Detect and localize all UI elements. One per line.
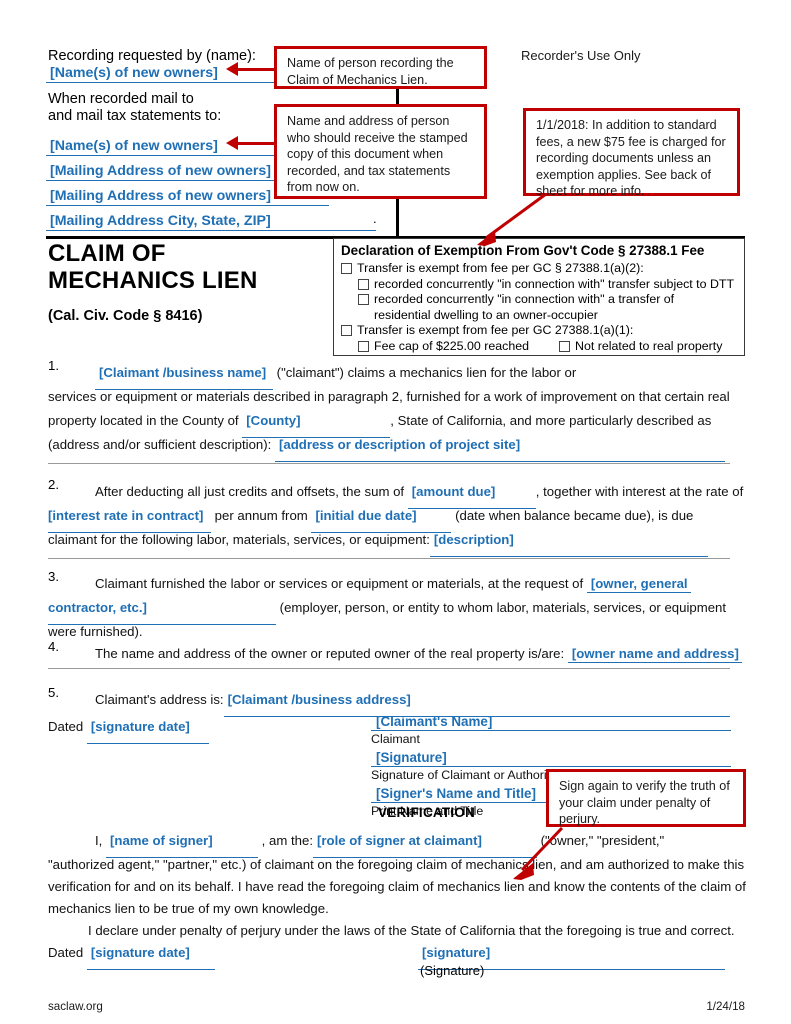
exemption-row-2ab[interactable]: Fee cap of $225.00 reached Not related t… (341, 339, 737, 355)
callout-1-arrow-head (226, 62, 238, 76)
paragraph-separator-2 (48, 558, 730, 559)
signature-field: [Signature] (376, 750, 447, 765)
exemption-row-1b-label: recorded concurrently "in connection wit… (374, 292, 675, 306)
paragraph-separator-1 (48, 463, 730, 464)
mail-to-label-line2: and mail tax statements to: (48, 108, 222, 124)
paragraph-2-text2b: (date when balance became due), is due (455, 508, 694, 523)
callout-sign-again: Sign again to verify the truth of your c… (546, 769, 746, 827)
paragraph-1-text3b: , State of California, and more particul… (390, 413, 712, 428)
paragraph-2-text2a: per annum from (214, 508, 308, 523)
exemption-row-1[interactable]: Transfer is exempt from fee per GC § 273… (341, 261, 737, 277)
project-site-address-field[interactable]: [address or description of project site] (275, 430, 725, 462)
callout-name-of-person: Name of person recording the Claim of Me… (274, 46, 487, 89)
owner-name-address-field[interactable]: [owner name and address] (567, 646, 742, 663)
exemption-row-1b[interactable]: recorded concurrently "in connection wit… (341, 292, 737, 308)
caption-final-signature: (Signature) (420, 963, 485, 978)
paragraph-3-text2: (employer, person, or entity to whom lab… (279, 600, 727, 615)
mail-line-2-field[interactable]: [Mailing Address of new owners] (46, 162, 313, 181)
paragraph-3-line2: contractor, etc.] (employer, person, or … (48, 593, 726, 625)
paragraph-4-line1: The name and address of the owner or rep… (95, 639, 742, 669)
mail-line-1-field[interactable]: [Name(s) of new owners] (46, 137, 274, 156)
claimant-name-field: [Claimant's Name] (376, 714, 493, 729)
checkbox-exempt-a2-icon[interactable] (341, 263, 352, 274)
page-title-line1: CLAIM OF (48, 240, 166, 267)
requestor-field-part1[interactable]: [owner, general (586, 576, 691, 593)
civil-code-reference: (Cal. Civ. Code § 8416) (48, 308, 203, 324)
document-page: Recording requested by (name): [Name(s) … (0, 0, 791, 1024)
callout-2-arrow-line (238, 142, 276, 145)
exemption-row-1-label: Transfer is exempt from fee per GC § 273… (357, 261, 644, 275)
callout-fee-notice: 1/1/2018: In addition to standard fees, … (523, 108, 740, 198)
mail-line-3-value: [Mailing Address of new owners] (50, 188, 271, 204)
checkbox-fee-cap-icon[interactable] (358, 340, 369, 352)
checkbox-concurrent-dtt-icon[interactable] (358, 278, 369, 290)
mail-line-4-period: . (373, 211, 377, 226)
paragraph-2-text3a: claimant for the following labor, materi… (48, 532, 430, 547)
recording-requested-label: Recording requested by (name): (48, 48, 256, 64)
paragraph-1-text1: ("claimant") claims a mechanics lien for… (276, 365, 577, 380)
paragraph-1-text3a: property located in the County of (48, 413, 239, 428)
callout-1-arrow-line (238, 68, 276, 71)
paragraph-5-number: 5. (48, 685, 59, 700)
recording-requested-value: [Name(s) of new owners] (50, 65, 218, 81)
exemption-row-1b-cont-label: residential dwelling to an owner-occupie… (374, 307, 598, 322)
mail-line-4-field[interactable]: [Mailing Address City, State, ZIP] (46, 212, 376, 231)
mail-line-1-value: [Name(s) of new owners] (50, 138, 218, 154)
exemption-row-2-label: Transfer is exempt from fee per GC 27388… (357, 323, 634, 337)
paragraph-4-text1: The name and address of the owner or rep… (95, 646, 565, 661)
footer-site: saclaw.org (48, 1000, 103, 1013)
work-description-field[interactable]: [description] (429, 525, 708, 557)
callout-name-and-address: Name and address of person who should re… (274, 104, 487, 199)
checkbox-not-related-icon[interactable] (559, 340, 570, 352)
exemption-declaration-box: Declaration of Exemption From Gov't Code… (333, 238, 745, 356)
exemption-row-1a[interactable]: recorded concurrently "in connection wit… (341, 277, 737, 293)
page-title-line2: MECHANICS LIEN (48, 267, 258, 294)
checkbox-exempt-a1-icon[interactable] (341, 325, 352, 336)
signature-date-field-2[interactable]: [signature date] (86, 938, 215, 970)
paragraph-1-text4a: (address and/or sufficient description): (48, 437, 272, 452)
callout-sign-again-arrow (513, 826, 564, 880)
dated-row-1: Dated [signature date] (48, 712, 209, 744)
recorders-use-only-label: Recorder's Use Only (521, 48, 641, 63)
mail-line-2-value: [Mailing Address of new owners] (50, 163, 271, 179)
exemption-row-2b-label: Not related to real property (575, 338, 723, 353)
paragraph-3-number: 3. (48, 569, 59, 584)
callout-2-arrow-head (226, 136, 238, 150)
verification-text1a: I, (95, 833, 103, 848)
exemption-row-2[interactable]: Transfer is exempt from fee per GC 27388… (341, 323, 737, 339)
paragraph-separator-3 (48, 668, 730, 669)
claimant-name-field-row[interactable]: [Claimant's Name] (371, 713, 731, 731)
signature-field-row[interactable]: [Signature] (371, 749, 731, 767)
signature-date-field-1[interactable]: [signature date] (86, 712, 209, 744)
dated-row-2: Dated [signature date] (48, 938, 215, 970)
dated-label-2: Dated (48, 945, 84, 960)
footer-date: 1/24/18 (706, 1000, 745, 1013)
recording-requested-field[interactable]: [Name(s) of new owners] (46, 64, 274, 83)
caption-claimant: Claimant (371, 732, 420, 746)
paragraph-1-line4: (address and/or sufficient description):… (48, 430, 758, 462)
paragraph-5-text1: Claimant's address is: (95, 692, 224, 707)
exemption-row-1b-cont: residential dwelling to an owner-occupie… (341, 308, 737, 324)
exemption-row-1a-label: recorded concurrently "in connection wit… (374, 276, 735, 291)
paragraph-2-number: 2. (48, 477, 59, 492)
paragraph-2-text1b: , together with interest at the rate of (535, 484, 744, 499)
paragraph-4-number: 4. (48, 639, 59, 654)
verification-heading: VERIFICATION (378, 805, 476, 820)
mail-line-4-value: [Mailing Address City, State, ZIP] (50, 213, 271, 229)
paragraph-3-text1a: Claimant furnished the labor or services… (95, 576, 584, 591)
paragraph-2-text1a: After deducting all just credits and off… (95, 484, 405, 499)
mail-to-label-line1: When recorded mail to (48, 91, 194, 107)
signer-name-title-field: [Signer's Name and Title] (376, 786, 536, 801)
paragraph-2-line3: claimant for the following labor, materi… (48, 525, 708, 557)
dated-label-1: Dated (48, 719, 84, 734)
checkbox-concurrent-residential-icon[interactable] (358, 294, 369, 305)
verification-text1b: , am the: (261, 833, 313, 848)
paragraph-1-number: 1. (48, 358, 59, 373)
exemption-row-2a-label: Fee cap of $225.00 reached (374, 338, 529, 353)
